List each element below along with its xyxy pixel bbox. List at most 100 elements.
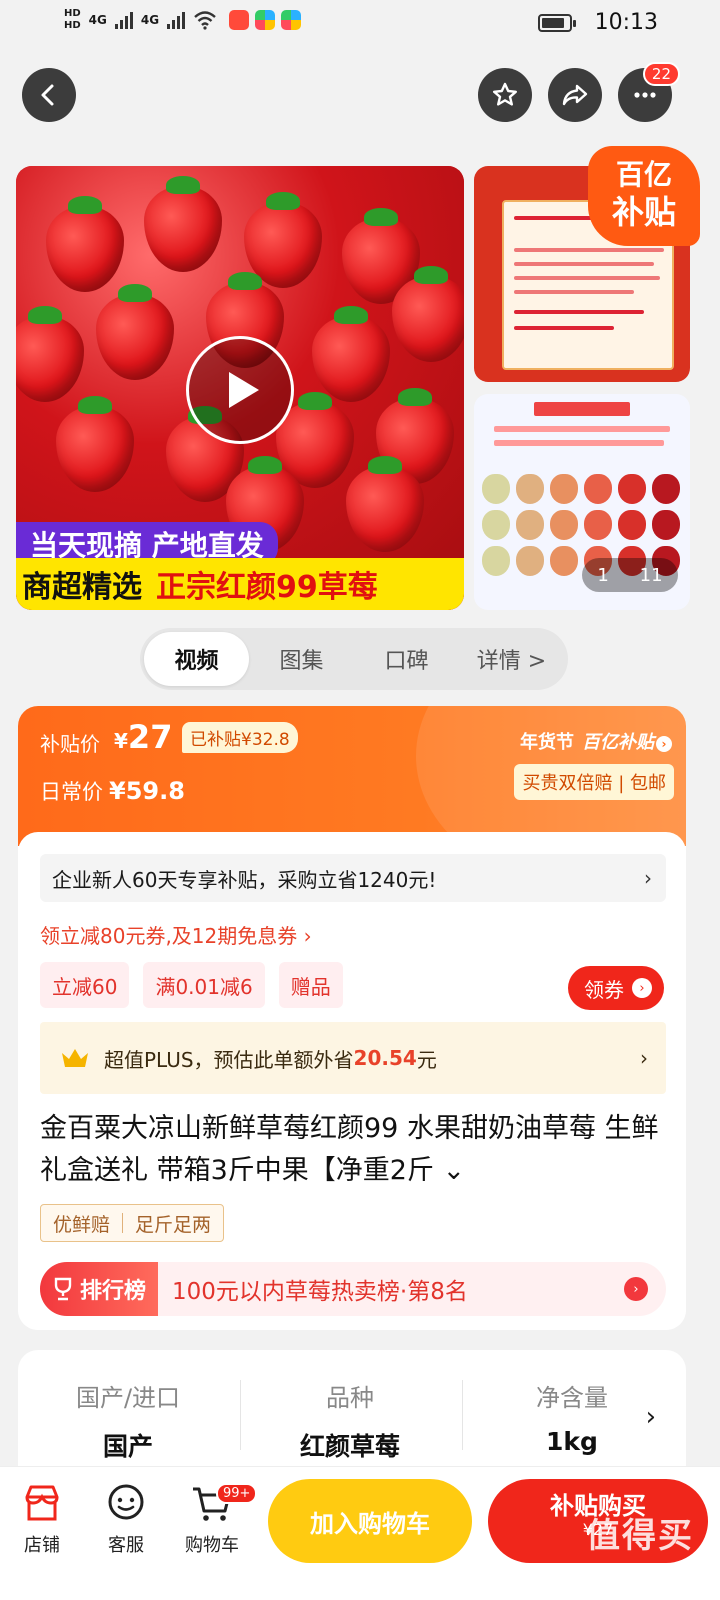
subsidy-tag-top: 百亿 [615, 158, 672, 191]
subsidy-price-label: 补贴价 [40, 732, 100, 756]
plus-savings-suffix: 元 [416, 1047, 437, 1072]
promo-chip-threshold[interactable]: 满0.01减6 [143, 962, 265, 1008]
billion-subsidy-tag: 百亿 补贴 [588, 146, 700, 246]
customer-service-label: 客服 [108, 1535, 144, 1556]
cart-button[interactable]: 购物车 99+ [172, 1481, 258, 1557]
more-button[interactable]: 22 [618, 62, 680, 122]
cart-label: 购物车 [185, 1535, 239, 1556]
cart-count-badge: 99+ [216, 1483, 258, 1504]
currency-symbol: ¥ [114, 729, 128, 753]
wifi-icon [194, 11, 216, 30]
back-chevron-icon [41, 84, 54, 106]
hd-label-1: HD [64, 8, 81, 19]
star-icon [493, 82, 517, 106]
subsidized-amount-badge: 已补贴¥32.8 [182, 722, 298, 753]
spec-key: 国产/进口 [75, 1384, 181, 1412]
gallery-counter: 1 11 [582, 558, 678, 592]
add-to-cart-button[interactable]: 加入购物车 [268, 1479, 472, 1563]
daily-price-label: 日常价 [40, 780, 103, 804]
promo-banner-bottom-red: 正宗红颜99草莓 [156, 570, 378, 605]
ranking-label: 排行榜 [40, 1262, 159, 1316]
chevron-right-icon: › [640, 1046, 648, 1070]
ranking-label-text: 排行榜 [80, 1279, 147, 1304]
service-tag-full-weight: 足斤足两 [135, 1213, 212, 1236]
get-coupon-button[interactable]: 领券 › [568, 966, 664, 1010]
app-notify-icon [281, 10, 302, 30]
spec-variety: 品种 红颜草莓 [240, 1378, 460, 1463]
trophy-icon [54, 1277, 72, 1301]
gallery-counter-total: 11 [639, 564, 663, 586]
signal-icon-2 [167, 11, 186, 29]
spec-value: 国产 [102, 1432, 153, 1461]
plus-savings-row[interactable]: 超值PLUS，预估此单额外省 20.54 元 › [40, 1022, 666, 1094]
back-button[interactable] [22, 68, 76, 122]
store-label: 店铺 [24, 1535, 60, 1556]
spec-value: 红颜草莓 [299, 1432, 400, 1461]
subsidy-price-value: ¥27 [114, 718, 172, 756]
ranking-row[interactable]: 排行榜 100元以内草莓热卖榜·第8名 › [40, 1262, 666, 1316]
status-icons-left: HD HD 4G 4G [64, 8, 302, 32]
network-label-1: 4G [88, 13, 107, 27]
spec-key: 品种 [326, 1384, 374, 1412]
new-year-festival-label: 年货节 [520, 732, 574, 753]
battery-icon [538, 14, 576, 32]
chevron-right-icon: › [644, 866, 652, 890]
store-icon [25, 1485, 59, 1521]
customer-service-button[interactable]: 客服 [86, 1481, 166, 1557]
clock: 10:13 [594, 10, 658, 35]
notification-badge: 22 [642, 62, 680, 86]
chat-face-icon [108, 1484, 144, 1520]
promo-chips: 立减60 满0.01减6 赠品 [40, 962, 343, 1008]
gallery-counter-current: 1 [597, 564, 609, 586]
spec-origin: 国产/进口 国产 [18, 1378, 238, 1463]
tab-gallery[interactable]: 图集 [249, 632, 354, 686]
promo-banner-bottom: 商超精选 正宗红颜99草莓 [16, 558, 464, 610]
favorite-button[interactable] [478, 68, 532, 122]
share-arrow-icon [562, 84, 588, 106]
tab-details[interactable]: 详情 > [459, 632, 564, 686]
billion-subsidy-brand-link[interactable]: 年货节 百亿补贴 › [520, 728, 672, 754]
subsidy-price-number: 27 [127, 718, 173, 756]
chevron-right-icon: › [624, 1277, 648, 1301]
play-icon [229, 372, 259, 408]
ranking-text: 100元以内草莓热卖榜·第8名 [172, 1279, 468, 1305]
service-tags[interactable]: 优鲜赔 足斤足两 [40, 1204, 225, 1242]
plus-savings-amount: 20.54 [353, 1046, 417, 1070]
guarantee-badge: 买贵双倍赔 | 包邮 [514, 764, 674, 800]
service-tag-fresh-guarantee: 优鲜赔 [53, 1213, 111, 1236]
play-video-button[interactable] [186, 336, 294, 444]
subsidy-tag-bottom: 补贴 [611, 193, 676, 231]
notification-app-icons [229, 10, 302, 30]
crown-icon [62, 1049, 88, 1067]
main-video-thumbnail[interactable]: 当天现摘 产地直发 商超精选 正宗红颜99草莓 [16, 166, 464, 610]
chevron-right-icon: › [632, 978, 652, 998]
daily-price-value: ¥59.8 [109, 777, 185, 805]
network-label-2: 4G [140, 13, 160, 27]
media-tabs: 视频 图集 口碑 详情 > [140, 628, 568, 690]
watermark-url: zhizhizhi.com [599, 1572, 694, 1588]
store-button[interactable]: 店铺 [2, 1481, 82, 1557]
get-coupon-label: 领券 [584, 977, 624, 1002]
chevron-right-icon: › [656, 736, 672, 752]
daily-price: 日常价 ¥59.8 [40, 776, 185, 806]
promo-chip-discount[interactable]: 立减60 [40, 962, 130, 1008]
product-title[interactable]: 金百粟大凉山新鲜草莓红颜99 水果甜奶油草莓 生鲜礼盒送礼 带箱3斤中果【净重2… [40, 1108, 666, 1192]
app-notify-icon [229, 10, 250, 30]
coupon-link[interactable]: 领立减80元券,及12期免息券 › [40, 920, 312, 949]
app-notify-icon [255, 10, 276, 30]
price-header: 补贴价 ¥27 已补贴¥32.8 日常价 ¥59.8 年货节 百亿补贴 › 买贵双倍赔… [18, 706, 686, 886]
signal-icon-1 [114, 11, 133, 29]
hd-label-2: HD [64, 20, 81, 31]
ripeness-header [534, 402, 630, 416]
tab-reviews[interactable]: 口碑 [354, 632, 459, 686]
promo-chip-gift[interactable]: 赠品 [278, 962, 343, 1008]
new-user-subsidy-row[interactable]: 企业新人60天专享补贴，采购立省1240元! › [40, 854, 666, 902]
tab-video[interactable]: 视频 [144, 632, 249, 686]
price-card: 补贴价 ¥27 已补贴¥32.8 日常价 ¥59.8 年货节 百亿补贴 › 买贵双倍赔… [18, 706, 686, 1330]
plus-savings-prefix: 超值PLUS，预估此单额外省 [104, 1047, 354, 1072]
billion-subsidy-label: 百亿补贴 [582, 732, 654, 753]
share-button[interactable] [548, 68, 602, 122]
hd-indicator: HD HD [64, 8, 81, 32]
chevron-right-icon: › [645, 1402, 656, 1432]
price-card-body: 企业新人60天专享补贴，采购立省1240元! › 领立减80元券,及12期免息券… [18, 832, 686, 1330]
